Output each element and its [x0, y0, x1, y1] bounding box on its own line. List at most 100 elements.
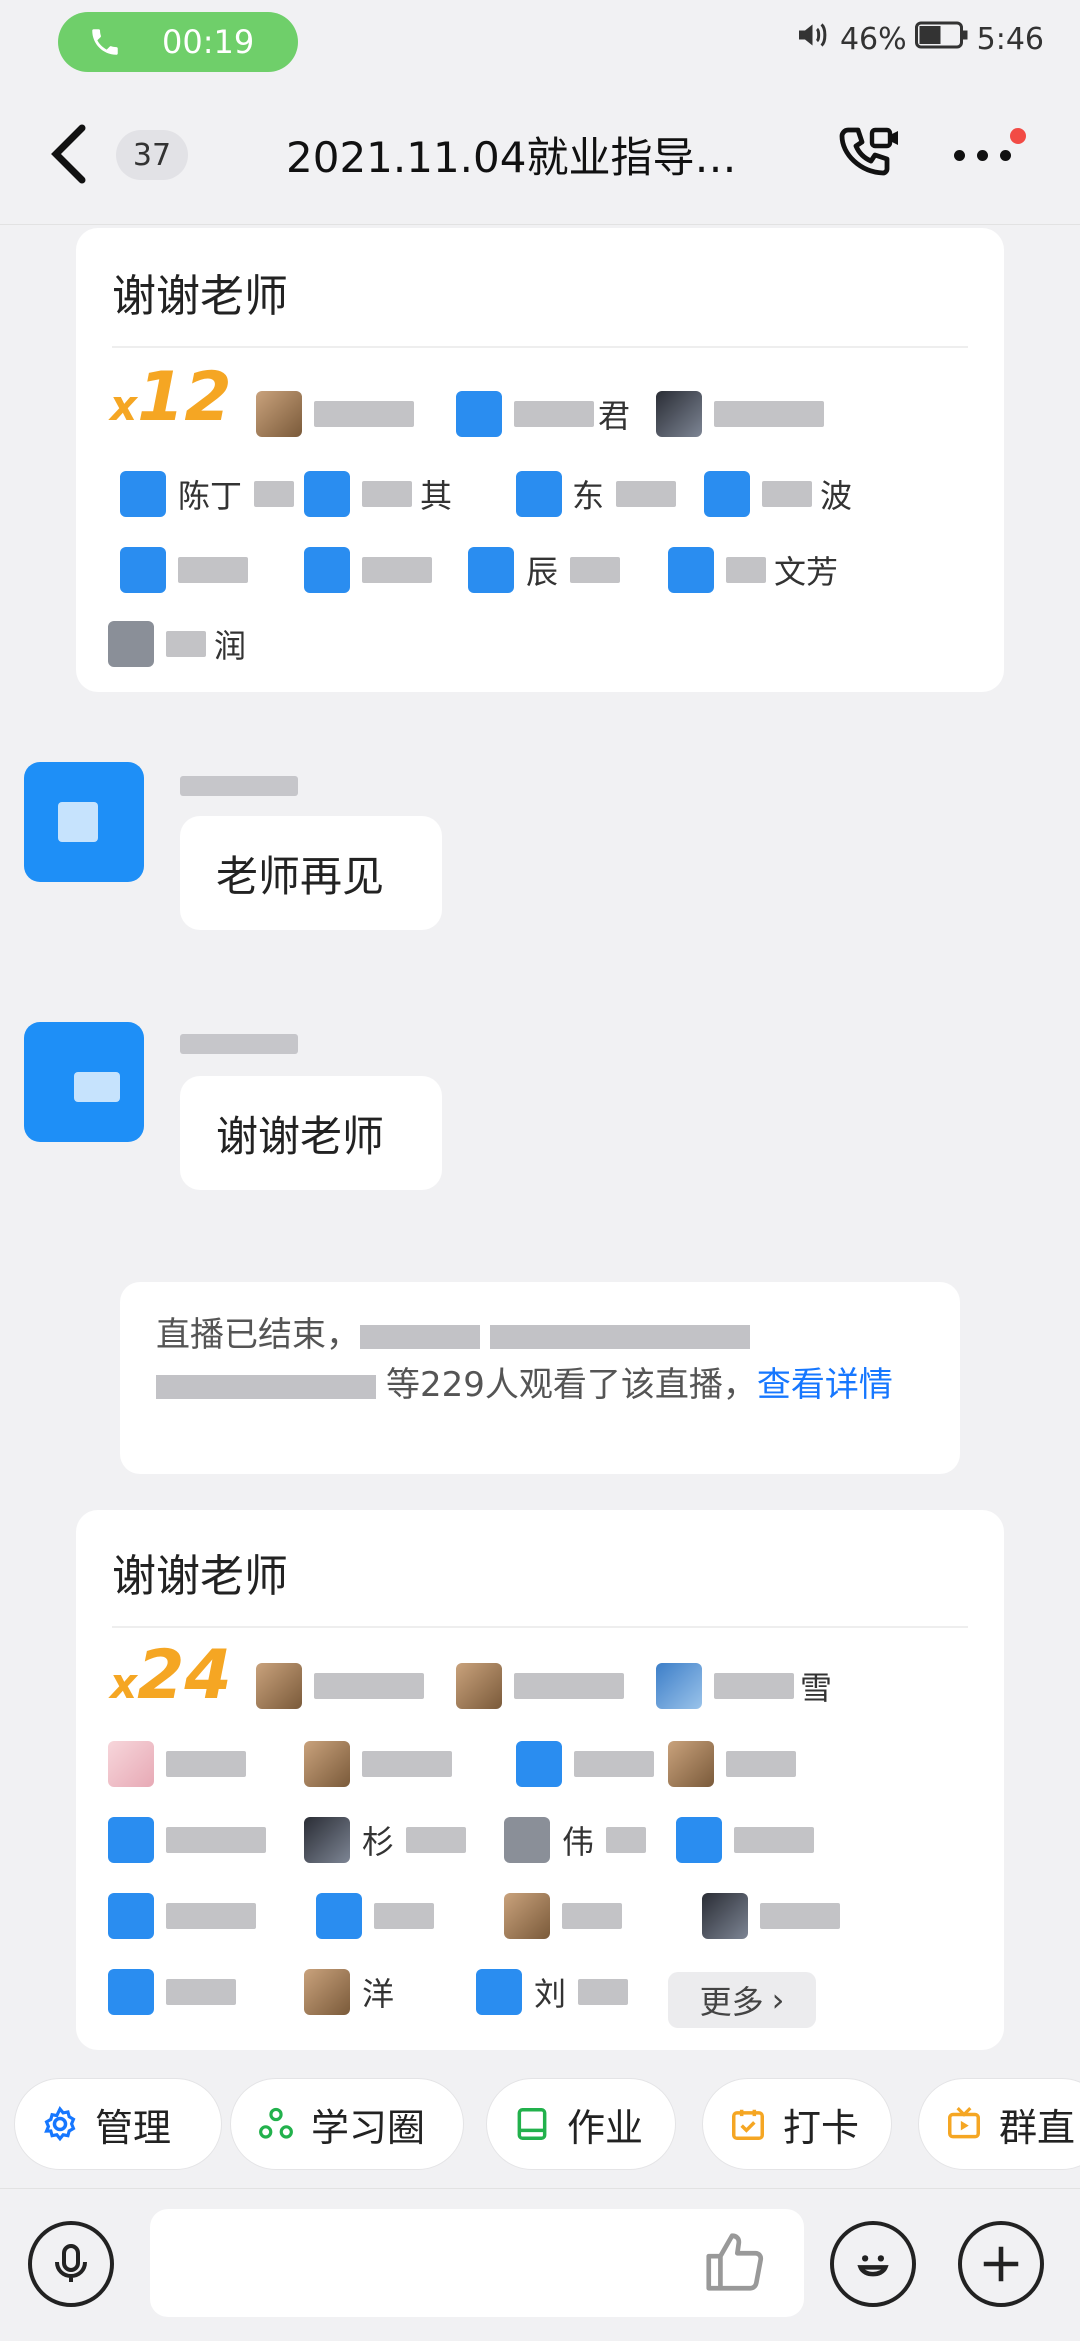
clock: 5:46: [976, 21, 1044, 57]
member-chip[interactable]: 波: [704, 468, 852, 520]
learning-circle-button[interactable]: 学习圈: [230, 2078, 464, 2170]
avatar: [108, 1741, 154, 1787]
phone-video-icon: [839, 127, 898, 176]
avatar: [504, 1817, 550, 1863]
member-chip[interactable]: 辰: [468, 544, 621, 596]
thumbs-up-icon[interactable]: [700, 2227, 770, 2297]
member-chip[interactable]: 杉: [304, 1814, 467, 1866]
member-chip[interactable]: 雪: [656, 1660, 832, 1712]
avatar: [656, 1663, 702, 1709]
member-chip[interactable]: [702, 1890, 840, 1942]
emoji-button[interactable]: [830, 2221, 916, 2307]
chevron-left-icon: [51, 124, 86, 184]
add-button[interactable]: [958, 2221, 1044, 2307]
phone-icon: [88, 25, 122, 59]
member-chip[interactable]: [108, 1890, 256, 1942]
reaction-card[interactable]: 谢谢老师 x12 君 陈丁 其 东 波 辰 文芳 润: [76, 228, 1004, 692]
view-details-link[interactable]: 查看详情: [757, 1365, 893, 1405]
member-chip[interactable]: 君: [456, 388, 630, 440]
notice-prefix: 直播已结束，: [156, 1315, 360, 1355]
avatar: [668, 547, 714, 593]
member-chip[interactable]: 洋: [304, 1966, 394, 2018]
member-chip[interactable]: 刘: [476, 1966, 629, 2018]
chat-title: 2021.11.04就业指导…: [286, 133, 737, 182]
reaction-card-title: 谢谢老师: [112, 1551, 288, 1602]
avatar: [476, 1969, 522, 2015]
member-chip[interactable]: 伟: [504, 1814, 647, 1866]
member-chip[interactable]: 东: [516, 468, 677, 520]
book-icon: [517, 2108, 547, 2140]
ongoing-call-pill[interactable]: 00:19: [58, 12, 298, 72]
avatar: [304, 547, 350, 593]
chevron-right-icon: ›: [771, 1981, 785, 2019]
plus-icon: [983, 2246, 1019, 2282]
avatar: [456, 1663, 502, 1709]
member-chip[interactable]: [316, 1890, 434, 1942]
divider: [112, 346, 968, 348]
member-chip[interactable]: [256, 1660, 424, 1712]
divider: [112, 1626, 968, 1628]
member-chip[interactable]: [656, 388, 824, 440]
homework-button[interactable]: 作业: [486, 2078, 676, 2170]
avatar: [256, 391, 302, 437]
notification-dot: [1010, 128, 1026, 144]
message-bubble[interactable]: 老师再见: [180, 816, 442, 930]
status-bar: 00:19 46% 5:46: [0, 0, 1080, 84]
battery-icon: [914, 20, 969, 58]
member-chip[interactable]: 其: [304, 468, 452, 520]
manage-button[interactable]: 管理: [14, 2078, 222, 2170]
avatar: [704, 471, 750, 517]
avatar: [108, 1817, 154, 1863]
member-chip[interactable]: 润: [108, 618, 246, 670]
avatar: [304, 1817, 350, 1863]
back-button[interactable]: [48, 122, 98, 186]
sender-avatar[interactable]: [24, 762, 144, 882]
member-chip[interactable]: [516, 1738, 654, 1790]
member-chip[interactable]: [108, 1966, 236, 2018]
member-chip[interactable]: [676, 1814, 814, 1866]
voice-button[interactable]: [28, 2221, 114, 2307]
avatar: [316, 1893, 362, 1939]
message-bubble[interactable]: 谢谢老师: [180, 1076, 442, 1190]
avatar: [504, 1893, 550, 1939]
member-chip[interactable]: [304, 1738, 452, 1790]
member-chip[interactable]: 陈丁: [120, 468, 295, 520]
sender-name: [180, 776, 298, 796]
avatar: [304, 471, 350, 517]
avatar: [516, 471, 562, 517]
member-chip[interactable]: [304, 544, 432, 596]
member-chip[interactable]: [504, 1890, 622, 1942]
smiley-icon: [857, 2255, 889, 2277]
sender-avatar[interactable]: [24, 1022, 144, 1142]
avatar: [108, 621, 154, 667]
member-chip[interactable]: [668, 1738, 796, 1790]
member-chip[interactable]: [120, 544, 248, 596]
group-live-button[interactable]: 群直: [918, 2078, 1080, 2170]
reaction-card-title: 谢谢老师: [112, 271, 288, 322]
avatar: [108, 1893, 154, 1939]
avatar: [656, 391, 702, 437]
avatar: [456, 391, 502, 437]
check-in-button[interactable]: 打卡: [702, 2078, 892, 2170]
sender-name: [180, 1034, 298, 1054]
gear-icon: [44, 2105, 76, 2142]
more-button[interactable]: [954, 128, 1028, 176]
avatar: [120, 471, 166, 517]
avatar: [304, 1741, 350, 1787]
avatar: [256, 1663, 302, 1709]
member-chip[interactable]: [108, 1814, 266, 1866]
member-chip[interactable]: [456, 1660, 624, 1712]
reaction-count: x24: [110, 1636, 232, 1715]
chat-header: 37 2021.11.04就业指导…: [0, 84, 1080, 225]
reaction-card[interactable]: 谢谢老师 x24 雪 杉 伟 洋 刘 更多 ›: [76, 1510, 1004, 2050]
avatar: [676, 1817, 722, 1863]
member-chip[interactable]: [256, 388, 414, 440]
reaction-count: x12: [110, 358, 232, 437]
avatar: [304, 1969, 350, 2015]
calendar-check-icon: [732, 2109, 764, 2140]
member-chip[interactable]: 文芳: [668, 544, 838, 596]
member-chip[interactable]: [108, 1738, 246, 1790]
battery-percent: 46%: [839, 21, 907, 57]
more-members-button[interactable]: 更多 ›: [668, 1972, 816, 2028]
video-call-button[interactable]: [832, 118, 904, 190]
